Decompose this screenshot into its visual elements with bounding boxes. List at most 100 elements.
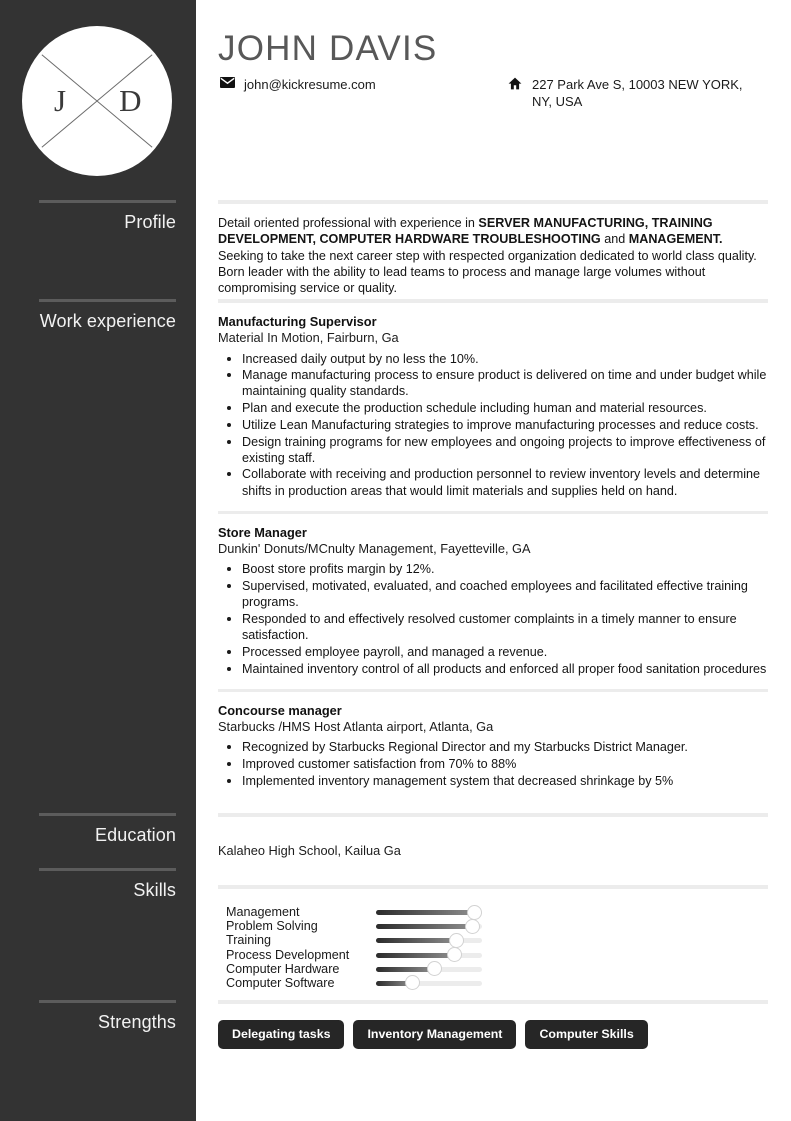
job-bullet-list: Recognized by Starbucks Regional Directo… xyxy=(218,739,768,789)
skill-label: Process Development xyxy=(226,947,350,962)
skill-slider-list: Management Problem Solving Training Process… xyxy=(226,904,483,991)
section-skills xyxy=(218,885,768,889)
job-bullet: Collaborate with receiving and productio… xyxy=(218,466,768,498)
job-bullet: Processed employee payroll, and managed … xyxy=(218,644,768,660)
contact-email-value: john@kickresume.com xyxy=(244,77,376,92)
skill-row: Computer Hardware xyxy=(226,961,482,977)
sidebar-item-label: Education xyxy=(95,825,176,845)
home-icon xyxy=(506,76,524,90)
sidebar-item-label: Profile xyxy=(124,212,176,232)
job-title: Concourse manager xyxy=(218,702,342,718)
job-organization: Dunkin' Donuts/MCnulty Management, Fayet… xyxy=(218,540,531,556)
job-divider-wrap xyxy=(218,688,768,692)
skill-slider-knob[interactable] xyxy=(467,904,483,920)
section-education: Kalaheo High School, Kailua Ga xyxy=(218,813,768,859)
job-title: Manufacturing Supervisor xyxy=(218,314,377,329)
skill-slider[interactable] xyxy=(376,975,482,991)
section-divider xyxy=(218,688,768,692)
strength-tag-list: Delegating tasks Inventory Management Comp… xyxy=(218,1020,648,1049)
skill-row: Problem Solving xyxy=(226,918,482,934)
skill-slider-fill xyxy=(376,924,473,930)
sidebar-item-label: Work experience xyxy=(39,311,176,331)
sidebar-divider xyxy=(39,200,176,203)
skill-slider-fill xyxy=(376,952,455,958)
job-bullet: Recognized by Starbucks Regional Directo… xyxy=(218,739,768,755)
contact-address: 227 Park Ave S, 10003 NEW YORK, NY, USA xyxy=(506,76,756,110)
skill-label: Problem Solving xyxy=(226,919,318,934)
skill-row: Computer Software xyxy=(226,975,482,991)
strength-tag[interactable]: Delegating tasks xyxy=(218,1020,345,1049)
skill-slider[interactable] xyxy=(376,947,482,963)
job-bullet-list: Increased daily output by no less the 10… xyxy=(218,351,768,499)
job-bullet: Implemented inventory management system … xyxy=(218,773,768,789)
skill-row: Management xyxy=(226,904,483,920)
envelope-icon xyxy=(218,76,236,88)
skill-slider[interactable] xyxy=(376,932,482,948)
job-organization: Starbucks /HMS Host Atlanta airport, Atl… xyxy=(218,718,494,734)
skill-slider-knob[interactable] xyxy=(449,932,465,948)
sidebar-item-label: Skills xyxy=(133,880,176,900)
job-bullet: Boost store profits margin by 12%. xyxy=(218,561,768,577)
sidebar-item-work-experience: Work experience xyxy=(39,299,176,332)
section-divider xyxy=(218,510,768,514)
job-bullet: Responded to and effectively resolved cu… xyxy=(218,611,768,643)
skill-slider-knob[interactable] xyxy=(464,918,480,934)
skill-row: Process Development xyxy=(226,947,482,963)
skill-slider[interactable] xyxy=(376,961,482,977)
contact-email: john@kickresume.com xyxy=(218,76,376,93)
skill-slider-knob[interactable] xyxy=(404,975,420,991)
job-bullet: Design training programs for new employe… xyxy=(218,434,768,466)
strength-tag[interactable]: Computer Skills xyxy=(525,1020,648,1049)
job-organization: Material In Motion, Fairburn, Ga xyxy=(218,330,399,345)
contact-address-value: 227 Park Ave S, 10003 NEW YORK, NY, USA xyxy=(532,77,743,109)
sidebar-divider xyxy=(39,868,176,871)
avatar-circle: J D xyxy=(22,26,172,176)
section-divider xyxy=(218,200,768,204)
skill-slider-knob[interactable] xyxy=(446,947,462,963)
job-bullet: Supervised, motivated, evaluated, and co… xyxy=(218,578,768,610)
skill-label: Computer Hardware xyxy=(226,961,340,976)
skill-slider-fill xyxy=(376,966,435,972)
profile-paragraph: Detail oriented professional with experi… xyxy=(218,216,757,296)
job-bullet: Manage manufacturing process to ensure p… xyxy=(218,367,768,399)
skill-slider-fill xyxy=(376,938,457,944)
skill-row: Training xyxy=(226,932,482,948)
job-title: Store Manager xyxy=(218,524,307,540)
skill-label: Management xyxy=(226,905,300,919)
sidebar-item-label: Strengths xyxy=(98,1012,176,1032)
section-work-experience: Manufacturing Supervisor Material In Mot… xyxy=(218,299,768,789)
section-divider xyxy=(218,299,768,303)
section-divider xyxy=(218,885,768,889)
skill-label: Computer Software xyxy=(226,975,335,990)
sidebar: J D Profile Work experience Education Sk… xyxy=(0,0,196,1121)
section-strengths xyxy=(218,1000,768,1004)
job-divider-wrap xyxy=(218,510,768,514)
sidebar-item-profile: Profile xyxy=(39,200,176,233)
avatar: J D xyxy=(22,26,172,176)
section-divider xyxy=(218,1000,768,1004)
skill-slider[interactable] xyxy=(376,918,482,934)
job-bullet: Plan and execute the production schedule… xyxy=(218,400,768,416)
job-bullet: Maintained inventory control of all prod… xyxy=(218,661,768,677)
strength-tag[interactable]: Inventory Management xyxy=(353,1020,517,1049)
job-bullet: Utilize Lean Manufacturing strategies to… xyxy=(218,417,768,433)
job-bullet: Improved customer satisfaction from 70% … xyxy=(218,756,768,772)
job-entry: Concourse manager Starbucks /HMS Host At… xyxy=(218,703,768,789)
job-bullet: Increased daily output by no less the 10… xyxy=(218,351,768,367)
sidebar-divider xyxy=(39,299,176,302)
resume-page: J D Profile Work experience Education Sk… xyxy=(0,0,791,1121)
section-divider xyxy=(218,813,768,817)
sidebar-divider xyxy=(39,1000,176,1003)
sidebar-item-skills: Skills xyxy=(39,868,176,901)
sidebar-divider xyxy=(39,813,176,816)
job-entry: Manufacturing Supervisor Material In Mot… xyxy=(218,314,768,499)
skill-slider-knob[interactable] xyxy=(426,961,442,977)
job-entry: Store Manager Dunkin' Donuts/MCnulty Man… xyxy=(218,525,768,677)
education-entry: Kalaheo High School, Kailua Ga xyxy=(218,843,401,858)
sidebar-item-strengths: Strengths xyxy=(39,1000,176,1033)
avatar-initial-last: D xyxy=(119,83,142,118)
avatar-initial-first: J xyxy=(54,83,67,118)
section-profile: Detail oriented professional with experi… xyxy=(218,200,768,296)
skill-slider[interactable] xyxy=(376,904,483,920)
job-bullet-list: Boost store profits margin by 12%. Superv… xyxy=(218,561,768,676)
